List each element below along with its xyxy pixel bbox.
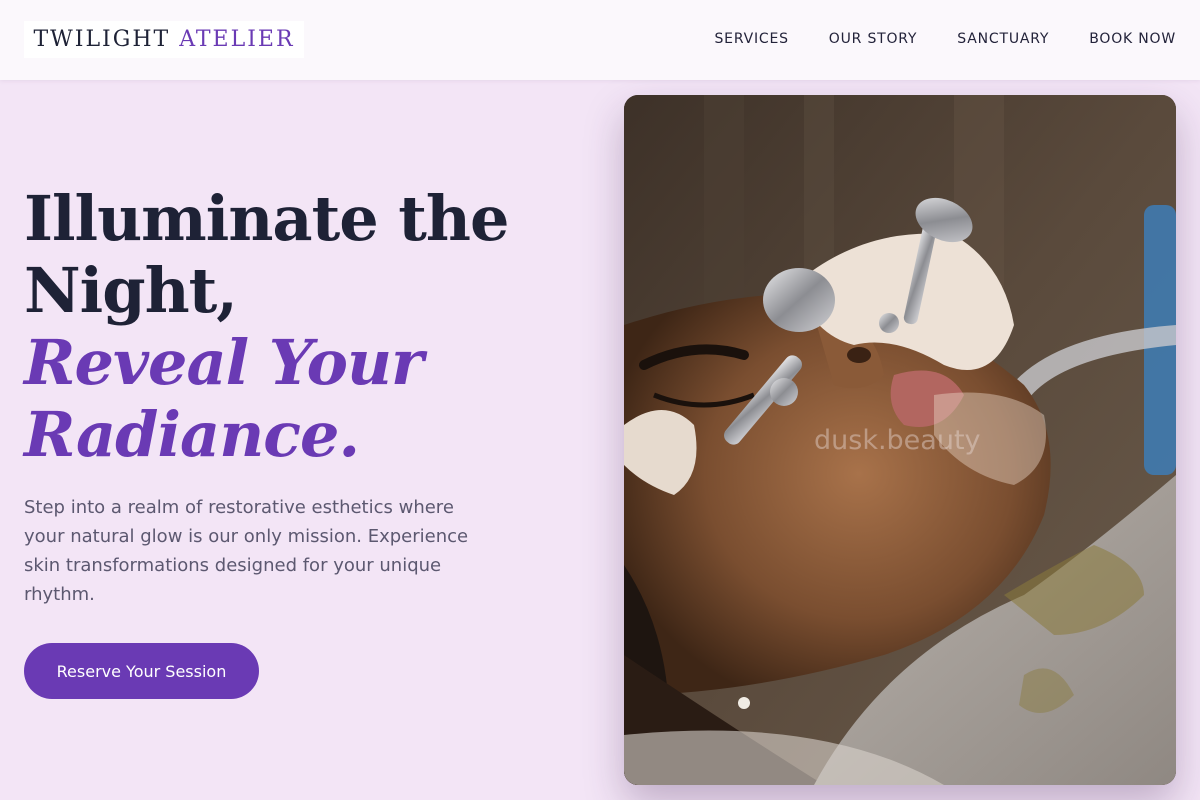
brand-logo[interactable]: TWILIGHT ATELIER bbox=[24, 21, 304, 58]
hero-title-accent-line-2: Radiance. bbox=[24, 398, 360, 471]
hero-description: Step into a realm of restorative estheti… bbox=[24, 497, 469, 605]
brand-name-accent: ATELIER bbox=[179, 27, 295, 52]
brand-name-primary: TWILIGHT bbox=[33, 27, 171, 52]
site-header: TWILIGHT ATELIER SERVICES OUR STORY SANC… bbox=[0, 0, 1200, 80]
nav-item-services[interactable]: SERVICES bbox=[714, 31, 788, 47]
image-watermark: dusk.beauty bbox=[814, 425, 981, 456]
main-nav: SERVICES OUR STORY SANCTUARY BOOK NOW bbox=[714, 31, 1176, 47]
reserve-session-button[interactable]: Reserve Your Session bbox=[24, 643, 259, 699]
hero-facial-treatment-image: dusk.beauty bbox=[624, 95, 1176, 785]
nav-item-sanctuary[interactable]: SANCTUARY bbox=[957, 31, 1049, 47]
nav-item-book-now[interactable]: BOOK NOW bbox=[1089, 31, 1176, 47]
hero-title-accent-line-1: Reveal Your bbox=[24, 326, 424, 399]
hero-title-line-2: Night, bbox=[24, 254, 238, 327]
nav-item-our-story[interactable]: OUR STORY bbox=[829, 31, 918, 47]
hero-title-line-1: Illuminate the bbox=[24, 182, 509, 255]
hero-title: Illuminate the Night, Reveal Your Radian… bbox=[24, 183, 544, 471]
